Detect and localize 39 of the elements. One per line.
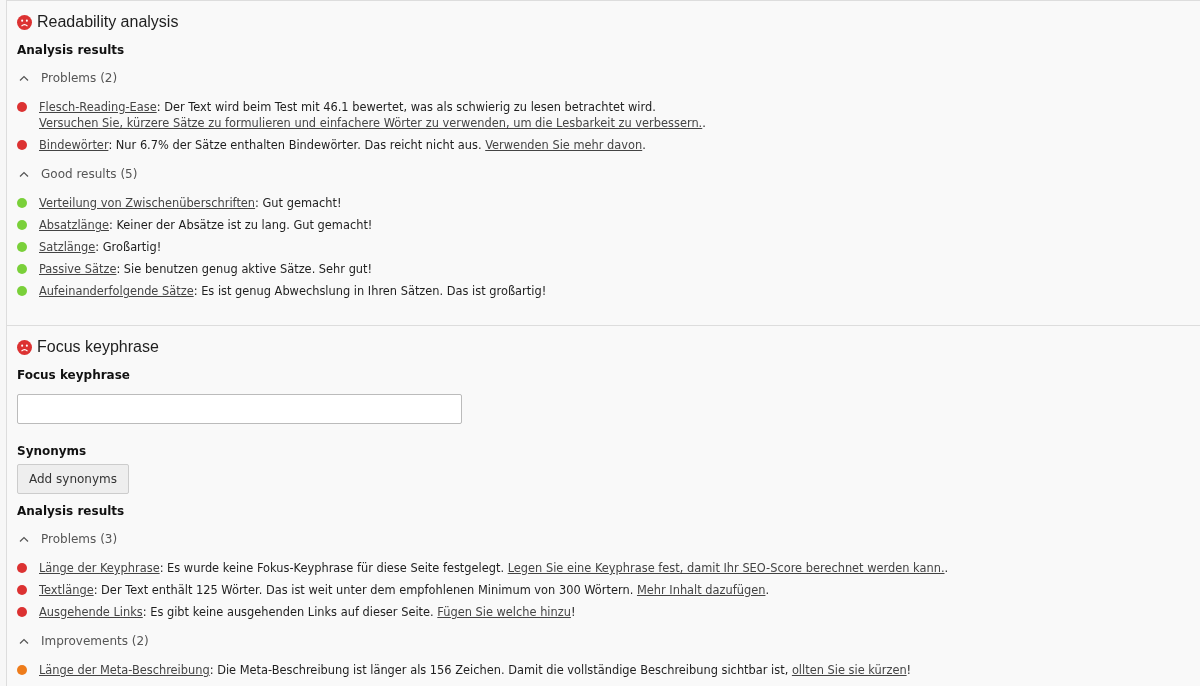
section-title: Focus keyphrase: [37, 338, 159, 356]
keyphrase-input[interactable]: [17, 394, 462, 424]
result-text: Textlänge: Der Text enthält 125 Wörter. Das ist weit unter dem empfohlenen Minimum von 300 Wörtern. Mehr Inhalt dazufügen.: [39, 582, 770, 598]
result-text: Länge der Keyphrase: Es wurde keine Fokus-Keyphrase für diese Seite festgelegt. Legen Sie eine Keyphrase fest, damit Ihr SEO-Score berechnet werden kann..: [39, 560, 949, 576]
field-label: Focus keyphrase: [17, 368, 130, 382]
result-link[interactable]: Verteilung von Zwischenüberschriften: [39, 196, 256, 210]
result-text: Satzlänge: Großartig!: [39, 239, 162, 255]
action-link[interactable]: ollten Sie sie kürzen: [791, 663, 907, 677]
field-label: Synonyms: [17, 444, 87, 458]
group-toggle[interactable]: Problems (2): [17, 71, 118, 85]
chevron-up-icon: [19, 638, 29, 644]
section-title: Readability analysis: [37, 13, 179, 31]
group-toggle[interactable]: Improvements (2): [17, 634, 149, 648]
result-link[interactable]: Absatzlänge: [39, 218, 109, 232]
result-text: Bindewörter: Nur 6.7% der Sätze enthalten Bindewörter. Das reicht nicht aus. Verwenden Sie mehr davon.: [39, 137, 646, 153]
group-toggle[interactable]: Good results (5): [17, 167, 138, 181]
action-link[interactable]: Legen Sie eine Keyphrase fest, damit Ihr SEO-Score berechnet werden kann.: [507, 561, 945, 575]
results-heading: Analysis results: [17, 504, 125, 518]
result-link[interactable]: Textlänge: [39, 583, 94, 597]
result-link[interactable]: Länge der Keyphrase: [39, 561, 160, 575]
result-link[interactable]: Ausgehende Links: [39, 605, 143, 619]
action-link[interactable]: Fügen Sie welche hinzu: [437, 605, 571, 619]
add-synonyms-button[interactable]: Add synonyms: [17, 464, 129, 494]
result-text: Flesch-Reading-Ease: Der Text wird beim Test mit 46.1 bewertet, was als schwierig zu lesen betrachtet wird. Versuchen Sie, kürzere Sätze zu formulieren und einfachere Wörter zu verwenden, um die Lesbarkeit zu verbessern..: [39, 99, 707, 131]
result-link[interactable]: Länge der Meta-Beschreibung: [39, 663, 210, 677]
group-toggle[interactable]: Problems (3): [17, 532, 118, 546]
result-text: Absatzlänge: Keiner der Absätze ist zu lang. Gut gemacht!: [39, 217, 373, 233]
action-link[interactable]: Versuchen Sie, kürzere Sätze zu formulieren und einfachere Wörter zu verwenden, um die Lesbarkeit zu verbessern.: [39, 116, 703, 130]
result-link[interactable]: Flesch-Reading-Ease: [39, 100, 157, 114]
result-text: Länge der Meta-Beschreibung: Die Meta-Beschreibung ist länger als 156 Zeichen. Damit die vollständige Beschreibung sichtbar ist, ollten Sie sie kürzen!: [39, 662, 912, 678]
result-text: Passive Sätze: Sie benutzen genug aktive Sätze. Sehr gut!: [39, 261, 373, 277]
result-link[interactable]: Aufeinanderfolgende Sätze: [39, 284, 194, 298]
chevron-up-icon: [19, 536, 29, 542]
result-text: Ausgehende Links: Es gibt keine ausgehenden Links auf dieser Seite. Fügen Sie welche hinzu!: [39, 604, 576, 620]
chevron-up-icon: [19, 75, 29, 81]
result-text: Verteilung von Zwischenüberschriften: Gut gemacht!: [39, 195, 342, 211]
result-text: Aufeinanderfolgende Sätze: Es ist genug Abwechslung in Ihren Sätzen. Das ist großartig!: [39, 283, 547, 299]
results-heading: Analysis results: [17, 43, 125, 57]
chevron-up-icon: [19, 171, 29, 177]
